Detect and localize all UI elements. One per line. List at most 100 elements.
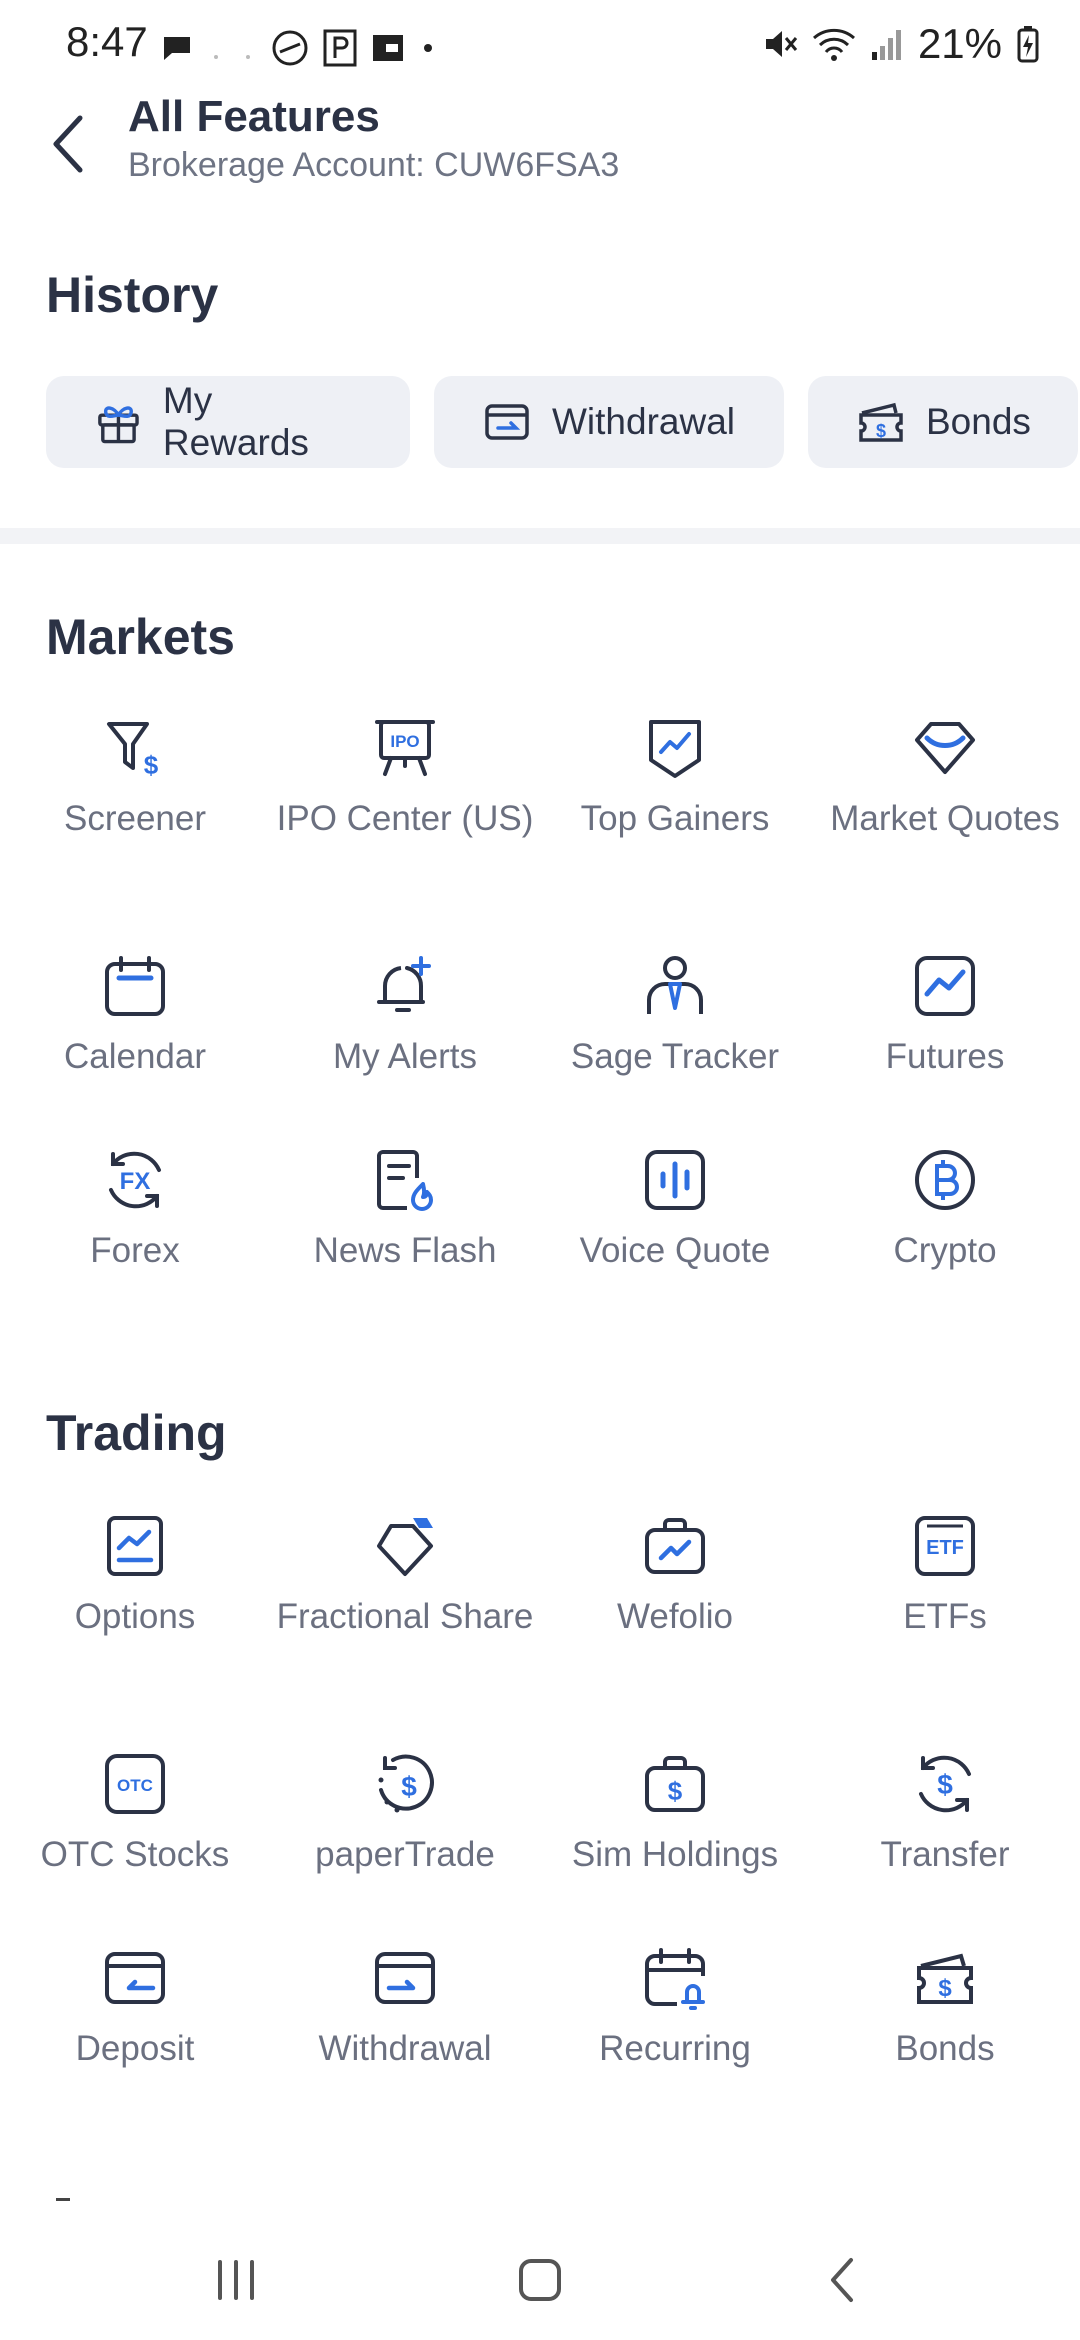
feature-screener[interactable]: $ Screener	[0, 716, 270, 842]
feature-label: ETFs	[903, 1597, 987, 1636]
feature-label: My Alerts	[333, 1037, 477, 1076]
chip-my-rewards[interactable]: My Rewards	[46, 376, 410, 468]
feature-papertrade[interactable]: $ paperTrade	[270, 1752, 540, 1878]
ipo-icon: IPO	[375, 720, 435, 776]
status-right: 21%	[762, 20, 1040, 68]
feature-futures[interactable]: Futures	[810, 954, 1080, 1080]
chip-label: Withdrawal	[552, 401, 735, 442]
feature-transfer[interactable]: $ Transfer	[810, 1752, 1080, 1878]
feature-label: paperTrade	[315, 1835, 495, 1874]
feature-label: Market Quotes	[830, 799, 1060, 838]
svg-text:$: $	[876, 421, 886, 441]
wallet-app-icon	[373, 35, 403, 61]
feature-label: Futures	[885, 1037, 1005, 1076]
bell-plus-icon	[377, 956, 431, 1012]
feature-wefolio[interactable]: Wefolio	[540, 1514, 810, 1640]
person-tie-icon	[647, 956, 703, 1014]
feature-label: Sage Tracker	[570, 1037, 780, 1076]
dot-icon	[214, 55, 218, 59]
system-nav-bar	[0, 2220, 1080, 2340]
feature-crypto[interactable]: Crypto	[810, 1148, 1080, 1274]
feature-voice-quote[interactable]: Voice Quote	[540, 1148, 810, 1274]
markets-title: Markets	[46, 609, 235, 665]
p-app-icon	[323, 29, 357, 67]
account-subtitle: Brokerage Account: CUW6FSA3	[128, 146, 620, 184]
briefcase-chart-icon	[645, 1518, 705, 1574]
status-bar: 8:47 21%	[0, 0, 1080, 92]
home-icon	[519, 2259, 561, 2301]
bitcoin-icon	[915, 1150, 975, 1210]
svg-text:ETF: ETF	[926, 1537, 964, 1559]
feature-label: OTC Stocks	[40, 1835, 230, 1874]
feature-label: Sim Holdings	[571, 1835, 779, 1874]
back-arrow-icon	[831, 2258, 853, 2302]
svg-text:$: $	[938, 1975, 952, 2002]
home-button[interactable]	[500, 2250, 580, 2310]
feature-label: Fractional Share	[276, 1597, 534, 1636]
calendar-icon	[105, 956, 165, 1016]
battery-charging-icon	[1017, 26, 1039, 63]
svg-text:IPO: IPO	[390, 732, 419, 751]
dot-icon	[246, 55, 250, 59]
circle-app-icon	[272, 30, 308, 66]
feature-label: Crypto	[893, 1231, 997, 1270]
feature-ipo-center[interactable]: IPO IPO Center (US)	[270, 716, 540, 842]
feature-calendar[interactable]: Calendar	[0, 954, 270, 1080]
feature-label: Withdrawal	[318, 2029, 492, 2068]
diamond-icon	[915, 722, 975, 774]
feature-top-gainers[interactable]: Top Gainers	[540, 716, 810, 842]
back-button[interactable]	[40, 106, 96, 182]
feature-bonds[interactable]: $ Bonds	[810, 1946, 1080, 2072]
history-title: History	[46, 267, 219, 323]
chip-withdrawal[interactable]: Withdrawal	[434, 376, 784, 468]
bond-icon: $	[859, 402, 903, 442]
feature-label: Recurring	[599, 2029, 751, 2068]
card-withdraw-icon	[375, 1952, 435, 2004]
system-back-button[interactable]	[802, 2250, 882, 2310]
card-withdraw-icon	[485, 404, 529, 440]
feature-label: Top Gainers	[580, 799, 770, 838]
feature-market-quotes[interactable]: Market Quotes	[810, 716, 1080, 842]
feature-sim-holdings[interactable]: $ Sim Holdings	[540, 1752, 810, 1878]
feature-options[interactable]: Options	[0, 1514, 270, 1640]
chip-bonds[interactable]: $ Bonds	[808, 376, 1078, 468]
wifi-icon	[812, 28, 855, 61]
otc-icon: OTC	[105, 1754, 165, 1814]
svg-text:$: $	[937, 1769, 953, 1800]
feature-forex[interactable]: FX Forex	[0, 1148, 270, 1274]
feature-label: IPO Center (US)	[276, 799, 534, 838]
recent-apps-icon	[218, 2260, 254, 2300]
feature-etfs[interactable]: ETF ETFs	[810, 1514, 1080, 1640]
feature-label: Calendar	[63, 1037, 207, 1076]
bond-icon: $	[917, 1953, 973, 2004]
dot-icon	[424, 44, 432, 52]
gift-icon	[98, 406, 139, 444]
status-time: 8:47	[66, 18, 148, 65]
chat-bubble-icon	[164, 37, 190, 60]
recent-apps-button[interactable]	[196, 2250, 276, 2310]
top-gainers-icon	[649, 720, 701, 778]
feature-deposit[interactable]: Deposit	[0, 1946, 270, 2072]
news-fire-icon	[377, 1150, 433, 1211]
svg-text:FX: FX	[120, 1168, 151, 1195]
feature-recurring[interactable]: Recurring	[540, 1946, 810, 2072]
feature-label: Transfer	[880, 1835, 1010, 1874]
feature-label: Options	[74, 1597, 196, 1636]
feature-otc-stocks[interactable]: OTC OTC Stocks	[0, 1752, 270, 1878]
chip-label: Bonds	[926, 401, 1031, 442]
svg-text:$: $	[401, 1771, 417, 1802]
feature-withdrawal[interactable]: Withdrawal	[270, 1946, 540, 2072]
etf-icon: ETF	[915, 1516, 975, 1576]
feature-my-alerts[interactable]: My Alerts	[270, 954, 540, 1080]
feature-label: Voice Quote	[579, 1231, 771, 1270]
feature-fractional-share[interactable]: Fractional Share	[270, 1514, 540, 1640]
paper-dollar-icon: $	[378, 1754, 434, 1813]
chevron-left-icon	[53, 115, 83, 173]
trading-title: Trading	[46, 1405, 227, 1461]
svg-text:OTC: OTC	[117, 1776, 153, 1795]
fx-icon: FX	[109, 1151, 161, 1209]
feature-news-flash[interactable]: News Flash	[270, 1148, 540, 1274]
feature-sage-tracker[interactable]: Sage Tracker	[540, 954, 810, 1080]
transfer-dollar-icon: $	[919, 1755, 971, 1813]
section-divider	[0, 528, 1080, 544]
